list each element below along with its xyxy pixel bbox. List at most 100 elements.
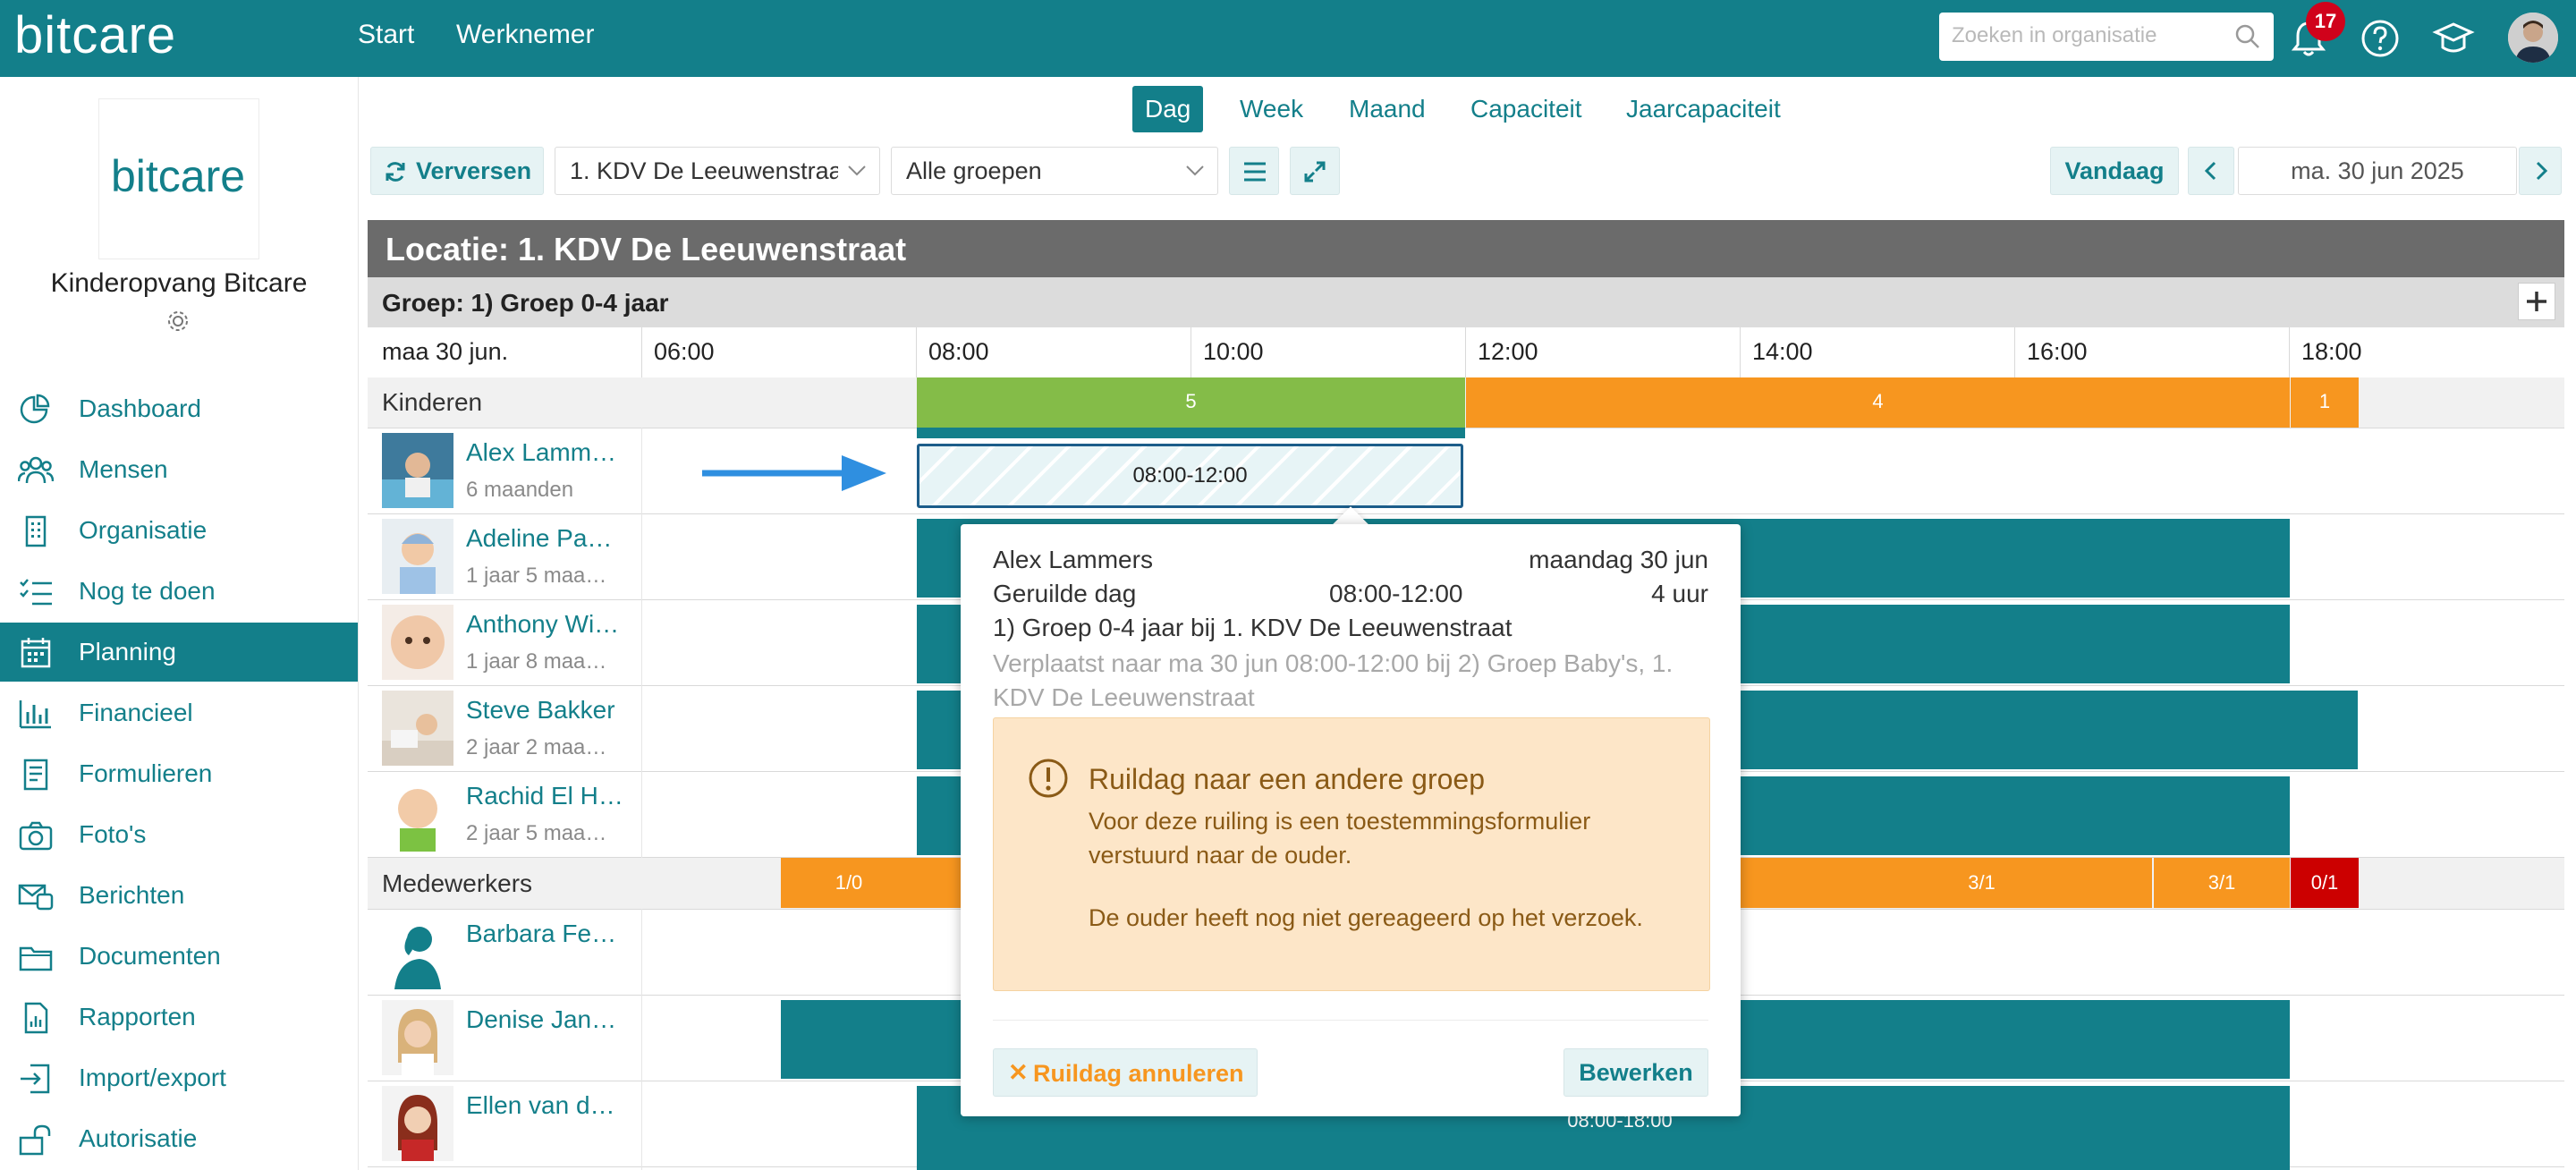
add-button[interactable] [2518, 283, 2555, 320]
tab-capaciteit[interactable]: Capaciteit [1458, 86, 1595, 132]
staff-photo-icon [382, 1000, 453, 1075]
location-select[interactable]: 1. KDV De Leeuwenstraat [555, 147, 880, 195]
child-photo-icon [382, 605, 453, 680]
child-photo-icon [382, 776, 453, 852]
group-title: Groep: 1) Groep 0-4 jaar [382, 289, 669, 317]
child-photo-icon [382, 691, 453, 766]
popover-type: Geruilde dag [993, 580, 1137, 607]
today-button[interactable]: Vandaag [2050, 147, 2179, 195]
tab-dag[interactable]: Dag [1132, 86, 1204, 132]
sidebar-item-label: Financieel [79, 699, 193, 726]
refresh-button[interactable]: Verversen [370, 147, 544, 195]
sidebar-item-import-export[interactable]: Import/export [0, 1048, 358, 1107]
time-label: 08:00 [928, 338, 989, 365]
search-box[interactable] [1939, 13, 2274, 61]
sidebar-item-label: Documenten [79, 942, 221, 970]
child-age: 1 jaar 5 maa… [466, 564, 607, 588]
avatar [382, 433, 453, 508]
sidebar-item-planning[interactable]: Planning [0, 623, 358, 682]
sidebar-item-dashboard[interactable]: Dashboard [0, 379, 358, 438]
avatar [382, 776, 453, 852]
child-name[interactable]: Rachid El H… [466, 782, 623, 810]
lock-icon [19, 1124, 51, 1156]
previous-day-button[interactable] [2188, 147, 2234, 195]
warning-box: Ruildag naar een andere groep Voor deze … [993, 717, 1710, 991]
warning-line: De ouder heeft nog niet gereageerd op he… [1089, 904, 1643, 931]
edit-button[interactable]: Bewerken [1563, 1048, 1708, 1097]
search-input[interactable] [1939, 13, 2222, 59]
child-age: 6 maanden [466, 478, 574, 502]
popover-group: 1) Groep 0-4 jaar bij 1. KDV De Leeuwens… [993, 614, 1513, 641]
staff-count: 3/1 [1968, 871, 1996, 894]
refresh-label: Verversen [416, 157, 532, 184]
app-logo[interactable]: bitcare [14, 5, 176, 65]
popover-date: maandag 30 jun [1529, 546, 1708, 573]
sidebar-item-rapporten[interactable]: Rapporten [0, 988, 358, 1047]
list-view-button[interactable] [1229, 147, 1279, 195]
child-name[interactable]: Anthony Wi… [466, 610, 619, 639]
location-header: Locatie: 1. KDV De Leeuwenstraat [368, 220, 2564, 277]
tab-maand[interactable]: Maand [1336, 86, 1438, 132]
medewerkers-label: Medewerkers [382, 869, 533, 897]
avatar [382, 519, 453, 594]
sidebar-item-mensen[interactable]: Mensen [0, 440, 358, 499]
notification-count-badge[interactable]: 17 [2306, 2, 2345, 41]
sidebar-item-nog-te-doen[interactable]: Nog te doen [0, 562, 358, 621]
plus-icon [2527, 292, 2546, 311]
booking-popover: Alex Lammers maandag 30 jun Geruilde dag… [961, 524, 1741, 1116]
avatar [382, 914, 453, 989]
child-name[interactable]: Alex Lamm… [466, 438, 616, 467]
help-icon[interactable] [2358, 16, 2402, 61]
organisation-name: Kinderopvang Bitcare [50, 268, 308, 298]
staff-name[interactable]: Ellen van d… [466, 1091, 615, 1120]
day-label: maa 30 jun. [382, 338, 509, 365]
import-icon [21, 1064, 50, 1094]
tab-week[interactable]: Week [1227, 86, 1316, 132]
sidebar-item-label: Mensen [79, 455, 168, 483]
sidebar-item-label: Autorisatie [79, 1124, 198, 1152]
popover-name: Alex Lammers [993, 546, 1153, 573]
sidebar-item-organisatie[interactable]: Organisatie [0, 501, 358, 560]
search-icon[interactable] [2234, 23, 2261, 50]
time-label: 16:00 [2027, 338, 2088, 365]
warning-line: Voor deze ruiling is een toestemmingsfor… [1089, 808, 1591, 835]
camera-icon [19, 821, 53, 851]
kinderen-label: Kinderen [382, 388, 483, 416]
sidebar-item-label: Formulieren [79, 759, 213, 787]
sidebar-item-documenten[interactable]: Documenten [0, 927, 358, 986]
list-icon [1244, 162, 1266, 182]
child-name[interactable]: Steve Bakker [466, 696, 615, 725]
staff-count: 0/1 [2310, 871, 2339, 894]
sidebar-item-berichten[interactable]: Berichten [0, 866, 358, 925]
date-field[interactable]: ma. 30 jun 2025 [2238, 147, 2517, 195]
sidebar-item-formulieren[interactable]: Formulieren [0, 744, 358, 803]
cancel-swap-button[interactable]: ✕ Ruildag annuleren [993, 1048, 1258, 1097]
people-icon [18, 456, 54, 484]
sidebar-item-financieel[interactable]: Financieel [0, 683, 358, 742]
location-title: Locatie: 1. KDV De Leeuwenstraat [386, 231, 907, 267]
next-day-button[interactable] [2519, 147, 2562, 195]
sidebar-item-fotos[interactable]: Foto's [0, 805, 358, 864]
expand-button[interactable] [1290, 147, 1340, 195]
group-select-value: Alle groepen [906, 157, 1042, 184]
nav-start[interactable]: Start [358, 20, 414, 50]
child-name[interactable]: Adeline Pa… [466, 524, 612, 553]
group-select[interactable]: Alle groepen [891, 147, 1218, 195]
sidebar-item-label: Rapporten [79, 1003, 196, 1030]
staff-name[interactable]: Barbara Fe… [466, 920, 616, 948]
gear-icon[interactable] [165, 308, 191, 335]
building-icon [25, 515, 47, 547]
graduation-icon[interactable] [2431, 16, 2476, 61]
pie-chart-icon [20, 394, 50, 424]
staff-silhouette-icon [382, 914, 453, 989]
nav-werknemer[interactable]: Werknemer [456, 20, 594, 50]
sidebar-item-autorisatie[interactable]: Autorisatie [0, 1109, 358, 1168]
child-photo-icon [382, 433, 453, 508]
warning-line: verstuurd naar de ouder. [1089, 842, 1352, 869]
checklist-icon [20, 579, 52, 606]
group-header: Groep: 1) Groep 0-4 jaar [368, 277, 2564, 327]
tab-jaarcapaciteit[interactable]: Jaarcapaciteit [1614, 86, 1793, 132]
staff-name[interactable]: Denise Jan… [466, 1005, 616, 1034]
user-avatar[interactable] [2508, 13, 2558, 63]
time-label: 06:00 [654, 338, 715, 365]
